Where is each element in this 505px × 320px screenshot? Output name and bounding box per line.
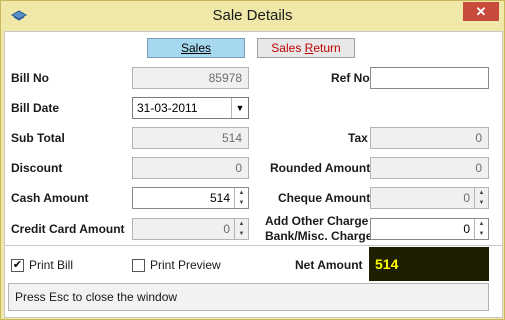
print-preview-checkbox[interactable] <box>132 259 145 272</box>
cheque-amount-stepper: 0 ▲ ▼ <box>370 187 489 209</box>
spin-up-icon[interactable]: ▲ <box>475 219 488 229</box>
ref-no-field[interactable] <box>370 67 489 89</box>
title-bar[interactable]: Sale Details ✕ <box>1 1 504 31</box>
sub-total-field: 514 <box>132 127 249 149</box>
cheque-amount-label: Cheque Amount <box>278 191 371 205</box>
divider <box>5 245 502 246</box>
add-other-charge-stepper[interactable]: 0 ▲ ▼ <box>370 218 489 240</box>
cheque-amount-value: 0 <box>463 191 470 205</box>
spin-up-icon[interactable]: ▲ <box>235 188 248 198</box>
tax-label: Tax <box>348 131 368 145</box>
discount-label: Discount <box>11 161 63 175</box>
bill-no-field: 85978 <box>132 67 249 89</box>
net-amount-display: 514 <box>369 247 489 281</box>
sales-return-suffix: eturn <box>313 41 341 55</box>
sales-tab-button[interactable]: Sales <box>147 38 245 58</box>
rounded-amount-field: 0 <box>370 157 489 179</box>
cheque-amount-spinner: ▲ ▼ <box>474 188 488 208</box>
add-other-charge-value: 0 <box>463 222 470 236</box>
rounded-amount-label: Rounded Amount <box>270 161 371 175</box>
spin-down-icon: ▼ <box>478 200 485 206</box>
sales-return-tab-button[interactable]: Sales Return <box>257 38 355 58</box>
bank-misc-charge-label: Bank/Misc. Charge <box>265 229 373 243</box>
bill-date-label: Bill Date <box>11 101 60 115</box>
status-bar: Press Esc to close the window <box>8 283 489 311</box>
window-title: Sale Details <box>212 7 293 24</box>
net-amount-label: Net Amount <box>295 258 363 272</box>
sales-tab-label: Sales <box>180 41 212 55</box>
bill-date-value: 31-03-2011 <box>137 101 198 115</box>
credit-card-amount-value: 0 <box>223 222 230 236</box>
cash-amount-label: Cash Amount <box>11 191 89 205</box>
tax-field: 0 <box>370 127 489 149</box>
spin-down-icon[interactable]: ▼ <box>475 229 488 239</box>
spin-up-icon: ▲ <box>478 190 485 196</box>
credit-card-amount-label: Credit Card Amount <box>11 222 125 236</box>
print-bill-checkbox[interactable]: ✔ <box>11 259 24 272</box>
spin-up-icon: ▲ <box>238 221 245 227</box>
credit-card-amount-stepper: 0 ▲ ▼ <box>132 218 249 240</box>
print-bill-label[interactable]: Print Bill <box>29 258 73 272</box>
sub-total-label: Sub Total <box>11 131 65 145</box>
spin-down-icon: ▼ <box>238 231 245 237</box>
spin-down-icon[interactable]: ▼ <box>235 198 248 208</box>
cash-amount-value: 514 <box>209 191 230 205</box>
ref-no-label: Ref No <box>331 71 370 85</box>
checkmark-icon: ✔ <box>12 259 23 271</box>
print-preview-label[interactable]: Print Preview <box>150 258 221 272</box>
cash-amount-spinner[interactable]: ▲ ▼ <box>234 188 248 208</box>
credit-card-amount-spinner: ▲ ▼ <box>234 219 248 239</box>
discount-field: 0 <box>132 157 249 179</box>
add-other-charge-label: Add Other Charge <box>265 214 369 228</box>
cash-amount-stepper[interactable]: 514 ▲ ▼ <box>132 187 249 209</box>
sales-return-prefix: Sales <box>271 41 305 55</box>
main-panel: Sales Sales Return Bill No 85978 Ref No … <box>4 31 503 318</box>
sale-details-window: Sale Details ✕ Sales Sales Return Bill N… <box>0 0 505 320</box>
add-other-charge-spinner[interactable]: ▲ ▼ <box>474 219 488 239</box>
bill-date-picker[interactable]: 31-03-2011 ▼ <box>132 97 249 119</box>
close-button[interactable]: ✕ <box>463 2 499 21</box>
dropdown-arrow-icon[interactable]: ▼ <box>231 98 248 118</box>
bill-no-label: Bill No <box>11 71 49 85</box>
